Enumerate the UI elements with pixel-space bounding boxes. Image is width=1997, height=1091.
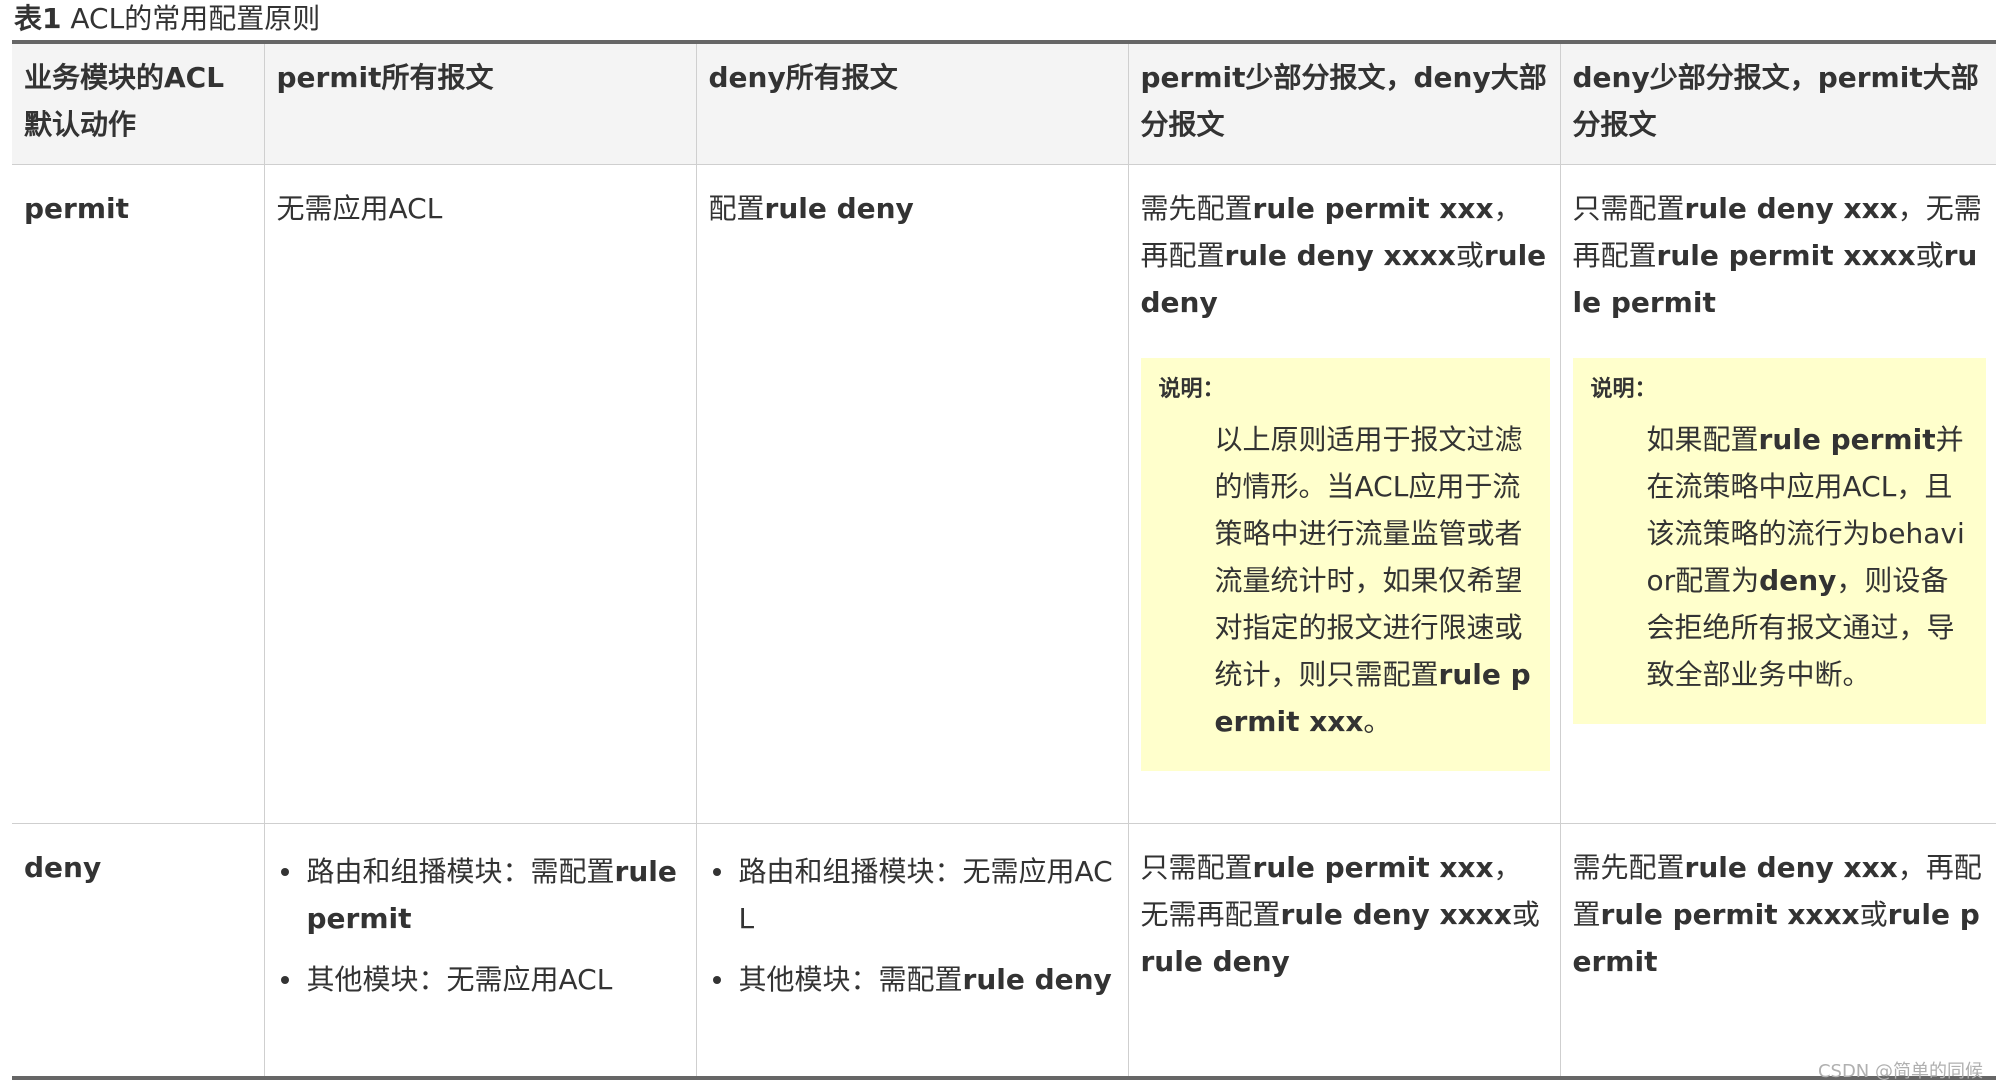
- cell-text: 或: [1511, 897, 1540, 931]
- action-label: permit: [24, 191, 129, 225]
- table-caption-text: ACL的常用配置原则: [61, 2, 321, 35]
- cell-command: rule permit xxxx: [1656, 238, 1916, 272]
- cell-permit-few: 只需配置rule permit xxx，无需再配置rule deny xxxx或…: [1127, 823, 1561, 1078]
- bullet-list: 路由和组播模块：需配置rule permit 其他模块：无需应用ACL: [277, 848, 684, 1003]
- bullet-list: 路由和组播模块：无需应用ACL 其他模块：需配置rule deny: [709, 848, 1116, 1003]
- note-text: 。: [1363, 704, 1392, 738]
- header-default-action: 业务模块的ACL默认动作: [12, 42, 265, 165]
- cell-action-permit: permit: [12, 164, 265, 824]
- header-deny-few: deny少部分报文，permit大部分报文: [1559, 42, 1996, 165]
- action-label: deny: [24, 850, 102, 884]
- cell-deny-few: 只需配置rule deny xxx，无需再配置rule permit xxxx或…: [1559, 164, 1996, 824]
- table-header-row: 业务模块的ACL默认动作 permit所有报文 deny所有报文 permit少…: [12, 42, 1996, 165]
- list-command: rule deny: [962, 962, 1112, 996]
- cell-paragraph: 只需配置rule deny xxx，无需再配置rule permit xxxx或…: [1573, 185, 1985, 326]
- cell-command: rule permit xxx: [1252, 191, 1494, 225]
- cell-deny-all: 配置rule deny: [695, 164, 1129, 824]
- cell-command: rule deny xxxx: [1280, 897, 1512, 931]
- header-permit-few: permit少部分报文，deny大部分报文: [1127, 42, 1561, 165]
- list-text: 路由和组播模块：无需应用ACL: [738, 854, 1113, 935]
- list-item: 路由和组播模块：无需应用ACL: [712, 848, 1116, 942]
- note-text: 如果配置: [1646, 422, 1759, 456]
- cell-text: 只需配置: [1572, 191, 1685, 225]
- list-item: 其他模块：无需应用ACL: [280, 956, 684, 1003]
- list-text: 其他模块：需配置: [738, 962, 963, 996]
- list-text: 路由和组播模块：需配置: [306, 854, 615, 888]
- table-row-permit: permit 无需应用ACL 配置rule deny 需先配置rule perm…: [12, 164, 1996, 824]
- acl-config-table: 业务模块的ACL默认动作 permit所有报文 deny所有报文 permit少…: [12, 40, 1996, 1080]
- table-caption: 表1 ACL的常用配置原则: [14, 2, 320, 36]
- cell-action-deny: deny: [12, 823, 265, 1078]
- note-title: 说明：: [1590, 376, 1657, 402]
- cell-permit-few: 需先配置rule permit xxx，再配置rule deny xxxx或ru…: [1127, 164, 1561, 824]
- cell-permit-all: 无需应用ACL: [263, 164, 697, 824]
- cell-command: rule deny xxxx: [1224, 238, 1456, 272]
- bullet-icon: [280, 867, 289, 876]
- note-body: 如果配置rule permit并在流策略中应用ACL，且该流策略的流行为beha…: [1591, 416, 1969, 698]
- note-command: deny: [1759, 563, 1837, 597]
- bullet-icon: [712, 975, 721, 984]
- note-text: 以上原则适用于报文过滤的情形。当ACL应用于流策略中进行流量监管或者流量统计时，…: [1214, 422, 1523, 691]
- list-item: 路由和组播模块：需配置rule permit: [280, 848, 684, 942]
- note-title: 说明：: [1158, 376, 1225, 402]
- note-box: 说明： 以上原则适用于报文过滤的情形。当ACL应用于流策略中进行流量监管或者流量…: [1140, 357, 1550, 771]
- cell-text: 需先配置: [1572, 850, 1685, 884]
- cell-command: rule deny: [1140, 944, 1290, 978]
- cell-paragraph: 需先配置rule permit xxx，再配置rule deny xxxx或ru…: [1141, 185, 1548, 326]
- cell-command: rule deny xxx: [1684, 850, 1898, 884]
- cell-text: 或: [1915, 238, 1944, 272]
- cell-text: 配置: [708, 191, 765, 225]
- cell-permit-all: 路由和组播模块：需配置rule permit 其他模块：无需应用ACL: [263, 823, 697, 1078]
- list-text: 其他模块：无需应用ACL: [306, 962, 613, 996]
- table-caption-label: 表1: [14, 2, 62, 35]
- bullet-icon: [712, 867, 721, 876]
- cell-command: rule deny: [764, 191, 914, 225]
- cell-command: rule permit xxxx: [1600, 897, 1860, 931]
- cell-command: rule deny xxx: [1684, 191, 1898, 225]
- bullet-icon: [280, 975, 289, 984]
- table-row-deny: deny 路由和组播模块：需配置rule permit 其他模块：无需应用ACL…: [12, 823, 1996, 1078]
- cell-text: 或: [1859, 897, 1888, 931]
- note-command: rule permit: [1758, 422, 1936, 456]
- note-body: 以上原则适用于报文过滤的情形。当ACL应用于流策略中进行流量监管或者流量统计时，…: [1159, 416, 1532, 745]
- cell-text: 或: [1455, 238, 1484, 272]
- header-permit-all: permit所有报文: [263, 42, 697, 165]
- watermark: CSDN @简单的同候: [1817, 1061, 1983, 1082]
- cell-command: rule permit xxx: [1252, 850, 1494, 884]
- cell-deny-few: 需先配置rule deny xxx，再配置rule permit xxxx或ru…: [1559, 823, 1996, 1078]
- cell-text: 只需配置: [1140, 850, 1253, 884]
- header-deny-all: deny所有报文: [695, 42, 1129, 165]
- cell-text: 需先配置: [1140, 191, 1253, 225]
- list-item: 其他模块：需配置rule deny: [712, 956, 1116, 1003]
- cell-deny-all: 路由和组播模块：无需应用ACL 其他模块：需配置rule deny: [695, 823, 1129, 1078]
- cell-text: 无需应用ACL: [276, 191, 443, 225]
- note-box: 说明： 如果配置rule permit并在流策略中应用ACL，且该流策略的流行为…: [1572, 357, 1986, 724]
